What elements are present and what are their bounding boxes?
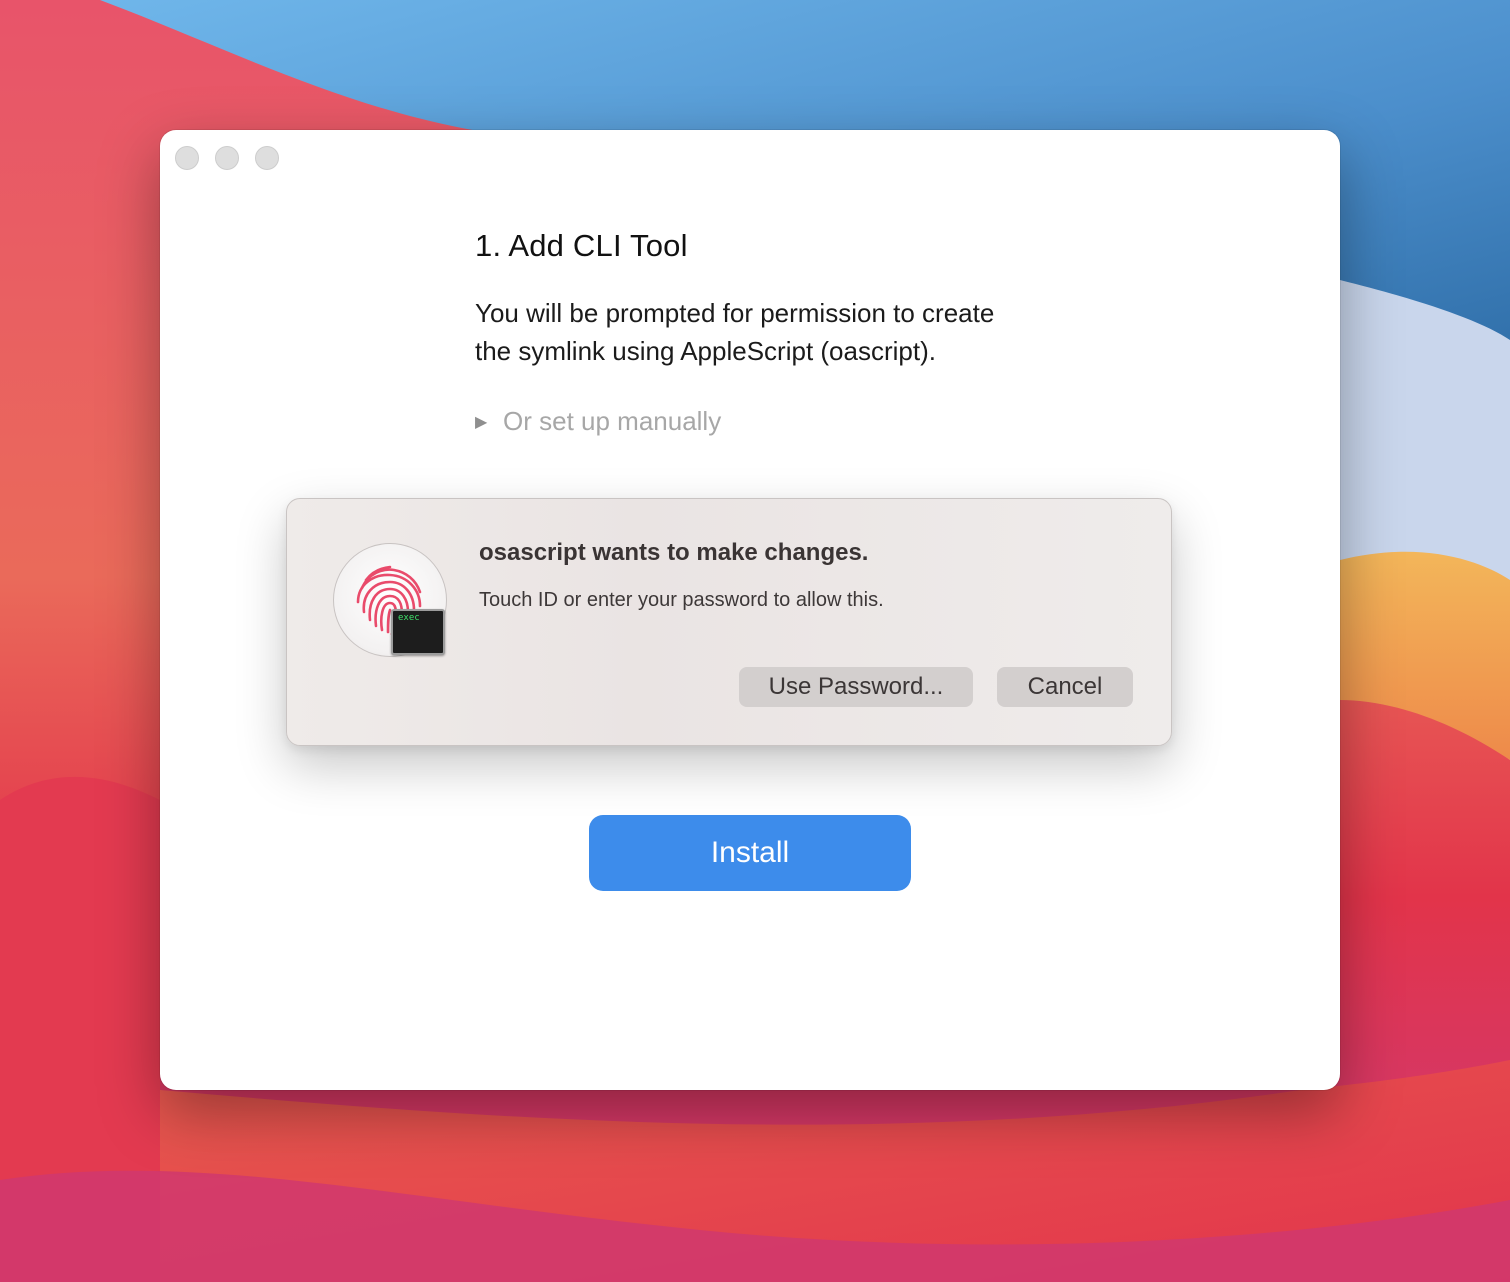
step-title: 1. Add CLI Tool: [475, 228, 688, 263]
install-button[interactable]: Install: [589, 815, 911, 891]
exec-badge-label: exec: [398, 613, 420, 623]
minimize-window-button[interactable]: [215, 146, 239, 170]
close-window-button[interactable]: [175, 146, 199, 170]
manual-setup-disclosure[interactable]: ▶ Or set up manually: [475, 406, 995, 437]
cancel-button[interactable]: Cancel: [997, 667, 1133, 707]
authorization-dialog: exec osascript wants to make changes. To…: [286, 498, 1172, 746]
use-password-button[interactable]: Use Password...: [739, 667, 973, 707]
disclosure-triangle-icon: ▶: [475, 413, 488, 431]
step-description: You will be prompted for permission to c…: [475, 298, 995, 366]
auth-dialog-heading: osascript wants to make changes.: [479, 539, 869, 566]
setup-step-content: 1. Add CLI Tool You will be prompted for…: [475, 228, 995, 437]
terminal-exec-badge-icon: exec: [391, 609, 445, 655]
window-controls: [175, 146, 279, 170]
auth-dialog-message: Touch ID or enter your password to allow…: [479, 589, 884, 611]
auth-icon: exec: [333, 543, 449, 659]
zoom-window-button[interactable]: [255, 146, 279, 170]
disclosure-label: Or set up manually: [503, 406, 722, 436]
